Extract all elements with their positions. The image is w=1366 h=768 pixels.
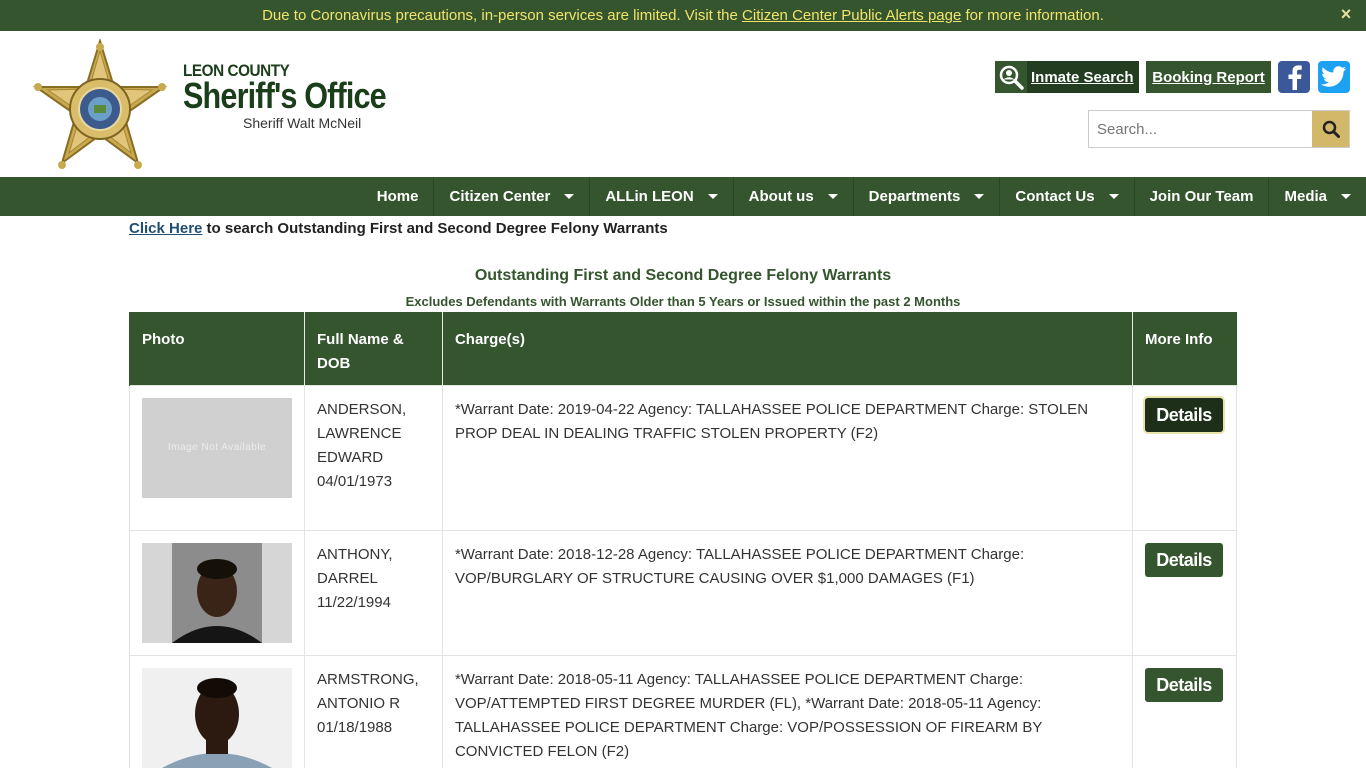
caret-down-icon xyxy=(564,194,575,199)
more-info-cell: Details xyxy=(1131,529,1238,656)
more-info-cell: Details xyxy=(1131,384,1238,531)
booking-report-button[interactable]: Booking Report xyxy=(1146,61,1271,93)
nav-item-departments[interactable]: Departments xyxy=(852,177,1000,216)
photo-cell xyxy=(129,654,305,768)
nav-item-contact-us[interactable]: Contact Us xyxy=(999,177,1133,216)
inmate-search-label: Inmate Search xyxy=(1031,68,1134,86)
name-line: EDWARD xyxy=(317,448,384,466)
nav-item-label: Contact Us xyxy=(1015,188,1095,205)
name-line: ANDERSON, xyxy=(317,400,407,418)
name-line: ANTHONY, xyxy=(317,545,393,563)
inmate-search-button[interactable]: Inmate Search xyxy=(995,61,1139,93)
table-row: Image Not Available ANDERSON, LAWRENCE EDWA… xyxy=(129,384,1238,531)
table-subtitle: Excludes Defendants with Warrants Older … xyxy=(405,294,961,309)
warrant-search-line: Click Here to search Outstanding First a… xyxy=(129,220,668,237)
site-header: LEON COUNTY Sheriff's Office Sheriff Wal… xyxy=(0,31,1366,177)
image-not-available-text: Image Not Available xyxy=(167,441,267,453)
dob-text: 11/22/1994 xyxy=(317,593,391,611)
mugshot-photo xyxy=(142,667,292,768)
name-line: DARREL xyxy=(317,569,378,587)
public-alerts-link[interactable]: Citizen Center Public Alerts page xyxy=(742,7,961,24)
nav-item-label: About us xyxy=(748,188,814,205)
details-button[interactable]: Details xyxy=(1144,397,1223,432)
nav-item-label: Media xyxy=(1284,188,1327,205)
covid-alert-bar: Due to Coronavirus precautions, in-perso… xyxy=(0,0,1366,31)
caret-down-icon xyxy=(974,194,985,199)
details-button[interactable]: Details xyxy=(1144,667,1223,702)
search-icon xyxy=(1322,120,1340,138)
nav-item-media[interactable]: Media xyxy=(1268,177,1366,216)
mugshot-photo xyxy=(142,542,292,643)
caret-down-icon xyxy=(1341,194,1351,199)
name-dob-cell: ANDERSON, LAWRENCE EDWARD 04/01/1973 xyxy=(304,384,443,531)
charges-cell: *Warrant Date: 2018-05-11 Agency: TALLAH… xyxy=(441,654,1133,768)
more-info-cell: Details xyxy=(1131,654,1238,768)
click-here-link[interactable]: Click Here xyxy=(129,220,202,237)
name-line: ARMSTRONG, xyxy=(317,670,419,688)
nav-item-home[interactable]: Home xyxy=(362,177,434,216)
caret-down-icon xyxy=(707,194,718,199)
charges-cell: *Warrant Date: 2018-12-28 Agency: TALLAH… xyxy=(441,529,1133,656)
sheriff-star-badge-logo[interactable] xyxy=(30,37,170,171)
nav-item-label: ALLin LEON xyxy=(605,188,694,205)
nav-item-about-us[interactable]: About us xyxy=(732,177,853,216)
dob-text: 04/01/1973 xyxy=(317,472,393,490)
nav-item-allin-leon[interactable]: ALLin LEON xyxy=(589,177,732,216)
nav-item-citizen-center[interactable]: Citizen Center xyxy=(433,177,589,216)
header-charges: Charge(s) xyxy=(441,312,1133,385)
warrants-table: Photo Full Name & DOB Charge(s) More Inf… xyxy=(129,312,1238,768)
details-button[interactable]: Details xyxy=(1144,542,1223,577)
site-search xyxy=(1088,110,1350,148)
alert-text: Due to Coronavirus precautions, in-perso… xyxy=(262,7,1104,24)
brand-office: Sheriff's Office xyxy=(183,75,387,116)
warrant-search-text: to search Outstanding First and Second D… xyxy=(202,220,668,237)
twitter-icon[interactable] xyxy=(1318,61,1350,93)
photo-cell xyxy=(129,529,305,656)
search-input[interactable] xyxy=(1089,111,1312,147)
photo-cell: Image Not Available xyxy=(129,384,305,531)
search-button[interactable] xyxy=(1312,111,1349,147)
main-nav: Home Citizen Center ALLin LEON About us Depa… xyxy=(0,177,1366,216)
facebook-icon[interactable] xyxy=(1278,61,1310,93)
header-more-info: More Info xyxy=(1131,312,1237,385)
table-header-row: Photo Full Name & DOB Charge(s) More Inf… xyxy=(129,312,1237,385)
nav-item-label: Join Our Team xyxy=(1149,188,1254,205)
site-brand[interactable]: LEON COUNTY Sheriff's Office Sheriff Wal… xyxy=(183,61,422,131)
caret-down-icon xyxy=(1108,194,1119,199)
name-dob-cell: ANTHONY, DARREL 11/22/1994 xyxy=(304,529,443,656)
nav-item-label: Home xyxy=(376,188,419,205)
nav-item-label: Departments xyxy=(868,188,961,205)
header-photo: Photo xyxy=(129,312,305,385)
charges-cell: *Warrant Date: 2019-04-22 Agency: TALLAH… xyxy=(441,384,1133,531)
table-row: ANTHONY, DARREL 11/22/1994 *Warrant Date: 2… xyxy=(129,529,1238,656)
nav-item-label: Citizen Center xyxy=(449,188,551,205)
table-row: ARMSTRONG, ANTONIO R 01/18/1988 *Warrant Da… xyxy=(129,654,1238,768)
name-line: ANTONIO R xyxy=(317,694,401,712)
name-line: LAWRENCE xyxy=(317,424,402,442)
close-icon[interactable]: × xyxy=(1338,5,1354,23)
table-title: Outstanding First and Second Degree Felo… xyxy=(474,267,892,284)
header-name-dob: Full Name & DOB xyxy=(304,312,443,385)
name-dob-cell: ARMSTRONG, ANTONIO R 01/18/1988 xyxy=(304,654,443,768)
caret-down-icon xyxy=(827,194,838,199)
nav-item-join-our-team[interactable]: Join Our Team xyxy=(1133,177,1269,216)
mugshot-photo: Image Not Available xyxy=(142,397,292,498)
dob-text: 01/18/1988 xyxy=(317,718,393,736)
magnifier-person-icon xyxy=(995,61,1027,93)
brand-sheriff-name: Sheriff Walt McNeil xyxy=(243,115,362,131)
